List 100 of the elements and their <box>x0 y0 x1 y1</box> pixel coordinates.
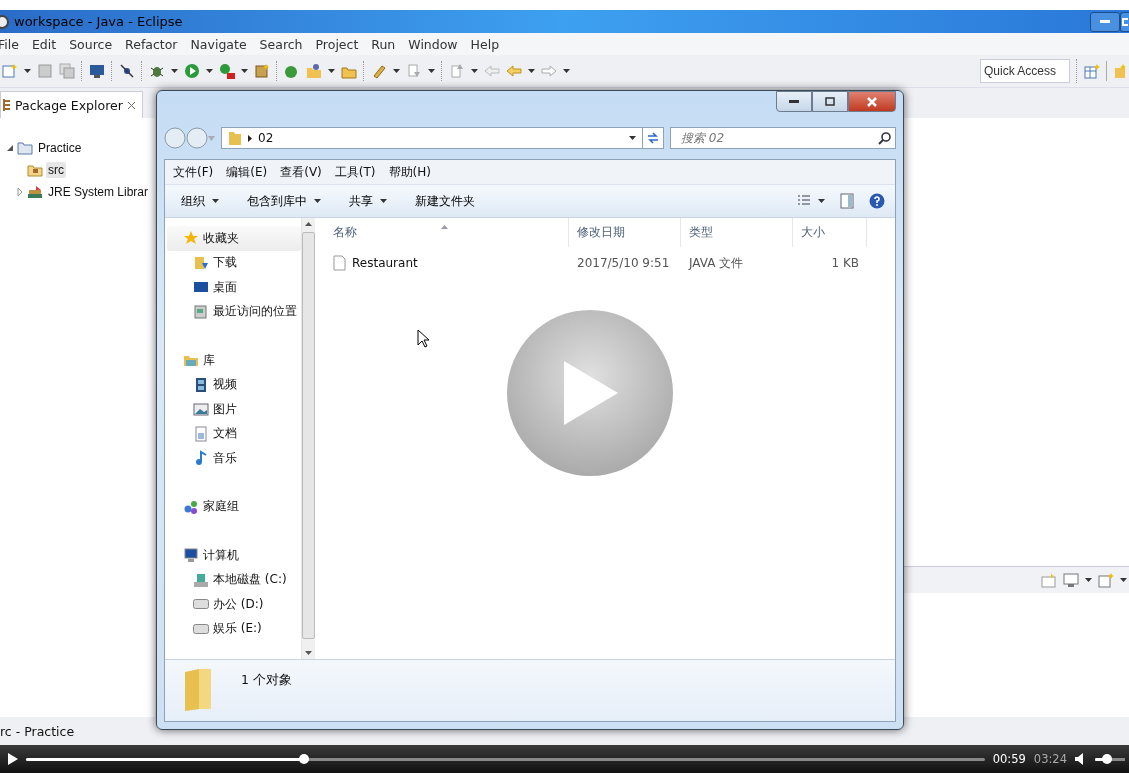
maximize-button[interactable] <box>812 91 848 112</box>
picture-icon <box>193 401 209 418</box>
open-perspective-icon[interactable] <box>1084 63 1100 79</box>
menu-item[interactable]: Refactor <box>125 36 178 52</box>
menu-item[interactable]: 工具(T) <box>334 163 376 181</box>
menu-item[interactable]: Window <box>408 36 458 52</box>
homegroup-icon <box>183 498 199 515</box>
address-path[interactable]: 02 <box>258 131 623 145</box>
skip-breakpoint-icon[interactable] <box>119 63 135 79</box>
close-icon <box>126 100 136 110</box>
expanded-arrow-icon <box>6 143 14 152</box>
nav-item[interactable]: 视频 <box>167 372 301 397</box>
tree-item[interactable]: src <box>46 161 66 178</box>
open-type-icon[interactable] <box>306 63 322 79</box>
menu-item[interactable]: File <box>0 36 19 52</box>
new-package-icon[interactable] <box>254 63 270 79</box>
minimize-icon <box>1100 20 1110 23</box>
refresh-icon <box>646 131 660 145</box>
modified-date: 2017/5/10 9:51 <box>576 256 671 270</box>
dropdown-caret-icon <box>328 69 335 73</box>
menu-item[interactable]: 编辑(E) <box>226 163 268 181</box>
dropdown-caret-icon <box>1085 578 1092 582</box>
window-title: workspace - Java - Eclipse <box>14 14 183 29</box>
tree-item[interactable]: JRE System Librar <box>46 183 151 200</box>
tree-item[interactable]: Practice <box>36 139 84 156</box>
volume-thumb[interactable] <box>1102 753 1112 764</box>
command-button[interactable]: 包含到库中 <box>237 189 331 213</box>
new-class-icon[interactable] <box>284 63 300 79</box>
nav-item[interactable]: 桌面 <box>167 275 301 300</box>
menu-item[interactable]: Project <box>315 36 359 52</box>
close-icon <box>867 96 877 107</box>
package-explorer-icon <box>3 98 11 112</box>
monitor-icon[interactable] <box>89 63 105 79</box>
slider-thumb[interactable] <box>299 753 309 764</box>
command-button[interactable]: 共享 <box>339 189 397 213</box>
search-box[interactable]: 搜索 02 <box>670 127 896 149</box>
refresh-button[interactable] <box>642 127 664 149</box>
item-count: 1 个对象 <box>241 671 292 689</box>
save-all-icon[interactable] <box>59 63 75 79</box>
minimize-button[interactable] <box>1090 11 1120 32</box>
next-annotation-icon[interactable] <box>406 63 422 79</box>
nav-item[interactable]: 图片 <box>167 397 301 422</box>
pen-icon[interactable] <box>371 63 387 79</box>
minimize-button[interactable] <box>776 91 812 112</box>
previous-annotation-icon[interactable] <box>449 63 465 79</box>
command-button[interactable]: 新建文件夹 <box>405 189 485 213</box>
new-file-icon[interactable] <box>2 63 18 79</box>
volume-track[interactable] <box>1095 757 1125 761</box>
nav-item[interactable]: 下载 <box>167 250 301 275</box>
scrollbar[interactable] <box>301 218 315 659</box>
column-header[interactable]: 修改日期 <box>569 218 681 247</box>
menu-item[interactable]: Run <box>371 36 396 52</box>
folder-icon <box>228 130 242 146</box>
nav-item[interactable]: 收藏夹 <box>167 226 301 251</box>
nav-item[interactable]: 娱乐 (E:) <box>167 616 301 641</box>
save-icon[interactable] <box>37 63 53 79</box>
nav-item[interactable]: 本地磁盘 (C:) <box>167 567 301 592</box>
dropdown-caret-icon <box>528 69 535 73</box>
nav-item[interactable]: 家庭组 <box>167 494 301 519</box>
menu-item[interactable]: 帮助(H) <box>388 163 431 181</box>
menu-item[interactable]: 查看(V) <box>280 163 322 181</box>
menu-item[interactable]: 文件(F) <box>173 163 214 181</box>
nav-item[interactable]: 音乐 <box>167 446 301 471</box>
nav-item[interactable]: 办公 (D:) <box>167 592 301 617</box>
help-icon[interactable] <box>869 193 885 209</box>
forward-arrow-icon[interactable] <box>541 63 557 79</box>
document-icon <box>193 425 209 442</box>
nav-item[interactable]: 文档 <box>167 421 301 446</box>
nav-item[interactable]: 计算机 <box>167 543 301 568</box>
close-button[interactable] <box>848 91 896 112</box>
dropdown-caret-icon <box>241 69 248 73</box>
progress-track[interactable] <box>26 757 985 761</box>
play-icon[interactable] <box>184 63 200 79</box>
run-tool-icon[interactable] <box>219 63 235 79</box>
menu-item[interactable]: Search <box>259 36 303 52</box>
address-bar[interactable]: 02 <box>221 127 643 149</box>
breadcrumb-arrow-icon <box>248 134 252 142</box>
search-field[interactable]: 搜索 02 <box>679 130 878 146</box>
column-header[interactable]: 类型 <box>681 218 793 247</box>
nav-item[interactable]: 最近访问的位置 <box>167 299 301 324</box>
scroll-down-icon <box>305 651 312 655</box>
quick-access-field[interactable]: Quick Access <box>980 59 1070 83</box>
console-monitor-icon[interactable] <box>1063 572 1079 588</box>
dropdown-caret-icon <box>471 69 478 73</box>
menu-item[interactable]: Source <box>69 36 113 52</box>
scroll-up-icon <box>305 222 312 226</box>
menu-item[interactable]: Navigate <box>190 36 247 52</box>
back-arrow-icon[interactable] <box>506 63 522 79</box>
preview-pane-icon[interactable] <box>839 193 855 209</box>
dropdown-caret-icon <box>428 69 435 73</box>
dropdown-caret-icon <box>212 199 219 203</box>
column-header[interactable]: 大小 <box>793 218 867 247</box>
command-button[interactable]: 组织 <box>171 189 229 213</box>
menu-item[interactable]: Edit <box>31 36 57 52</box>
back-button-icon <box>164 127 186 149</box>
new-console-icon[interactable] <box>1098 572 1114 588</box>
menu-item[interactable]: Help <box>470 36 500 52</box>
file-name[interactable]: Restaurant <box>352 256 418 270</box>
nav-item[interactable]: 库 <box>167 348 301 373</box>
package-explorer-tab[interactable]: Package Explorer <box>0 91 143 118</box>
